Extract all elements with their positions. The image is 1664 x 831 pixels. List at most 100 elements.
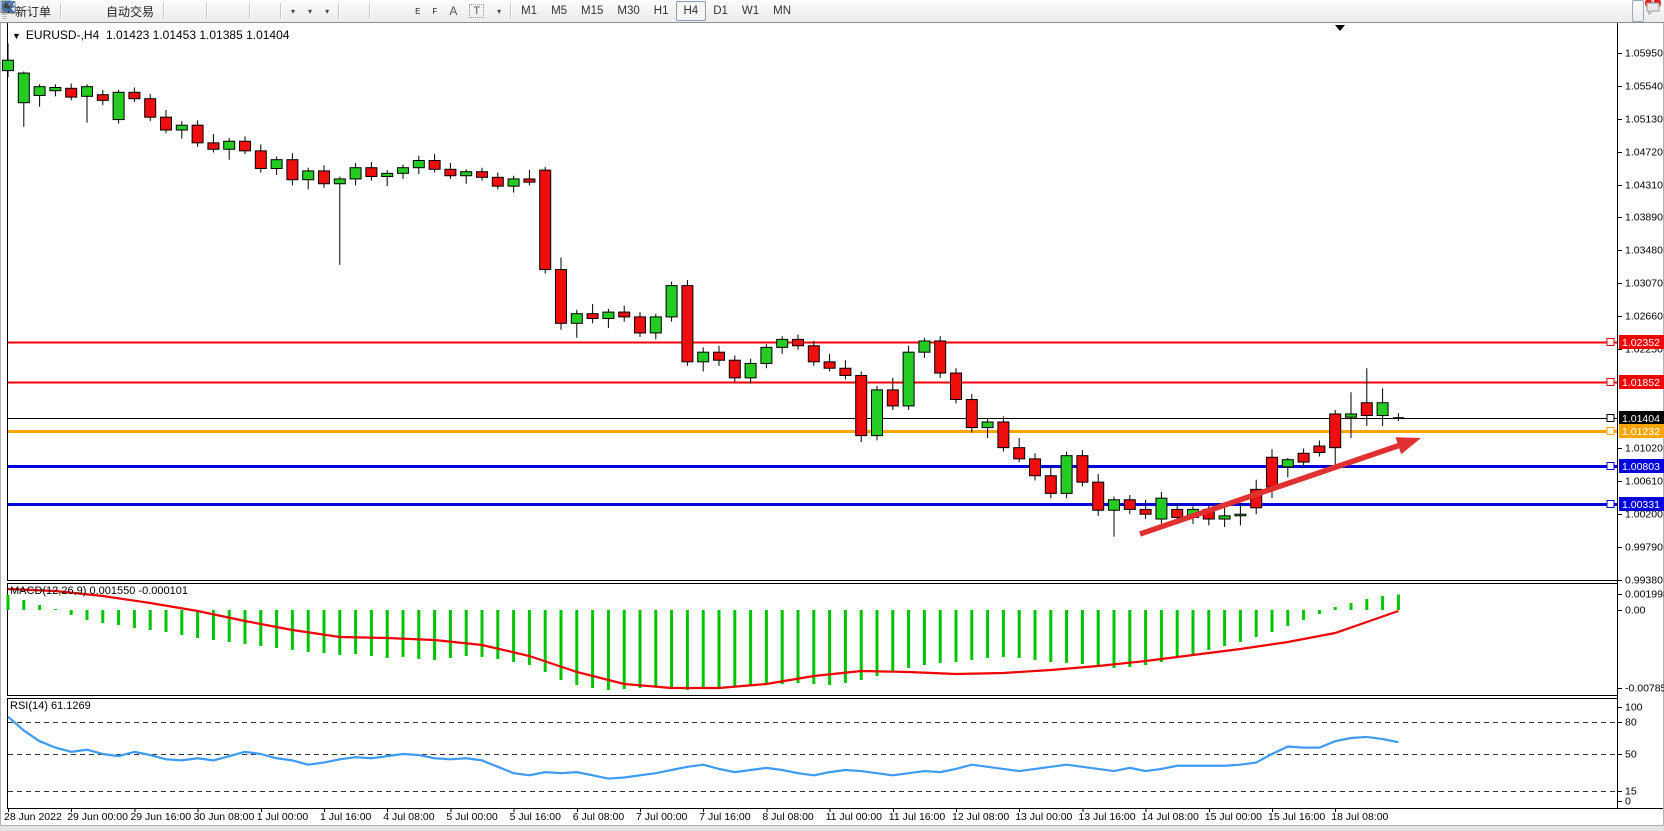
price-tick-label: 1.03890 [1625, 212, 1663, 224]
chart-title: ▼ EURUSD-,H4 1.01423 1.01453 1.01385 1.01… [12, 28, 289, 42]
hline-endpoint[interactable] [1607, 379, 1614, 386]
timeframe-bar: M1M5M15M30H1H4D1W1MN [514, 1, 798, 21]
price-tick-label: 1.05540 [1625, 81, 1663, 93]
hline-endpoint[interactable] [1607, 463, 1614, 470]
time-tick-label: 1 Jul 00:00 [257, 811, 309, 823]
separator [163, 3, 164, 19]
signals-button[interactable] [88, 0, 100, 22]
price-tick-label: 1.04720 [1625, 147, 1663, 159]
timeframe-m5[interactable]: M5 [544, 2, 574, 20]
text-tool-button[interactable]: A [443, 0, 463, 22]
chat-bubble-icon [1645, 1, 1661, 15]
timeframe-d1[interactable]: D1 [706, 2, 735, 20]
vline-tool-button[interactable] [373, 0, 385, 22]
rsi-tick-label: 80 [1625, 717, 1637, 729]
chart-canvas[interactable]: 1.059501.055401.051301.047201.043101.038… [0, 0, 1664, 831]
bar-chart-button[interactable] [167, 0, 179, 22]
fibonacci-tool-button[interactable]: F [426, 0, 443, 22]
timeframe-m1[interactable]: M1 [514, 2, 544, 20]
price-line-label-1.00331: 1.00331 [1619, 497, 1664, 511]
fibo-tag: F [432, 7, 437, 16]
price-line-label-1.02352: 1.02352 [1619, 335, 1664, 349]
cursor-tool-button[interactable] [342, 0, 354, 22]
timeframe-h1[interactable]: H1 [647, 2, 676, 20]
time-tick-label: 5 Jul 00:00 [446, 811, 498, 823]
time-tick-label: 29 Jun 16:00 [130, 811, 191, 823]
separator [369, 3, 370, 19]
timeframe-w1[interactable]: W1 [735, 2, 766, 20]
separator [510, 3, 511, 19]
search-button[interactable] [1632, 0, 1644, 22]
chart-dropdown-icon[interactable]: ▼ [12, 31, 21, 41]
time-tick-label: 13 Jul 16:00 [1078, 811, 1135, 823]
periods-button[interactable]: ▾ [301, 0, 318, 22]
zoom-in-button[interactable] [210, 0, 222, 22]
zoom-out-button[interactable] [222, 0, 234, 22]
rsi-tick-label: 0 [1625, 796, 1631, 808]
time-tick-label: 11 Jul 16:00 [889, 811, 946, 823]
dropdown-caret: ▾ [497, 7, 501, 16]
market-button[interactable] [64, 0, 76, 22]
svg-text:1.01232: 1.01232 [1622, 426, 1660, 438]
dropdown-caret: ▾ [308, 7, 312, 16]
channel-tool-button[interactable]: E [409, 0, 426, 22]
hline-endpoint[interactable] [1607, 339, 1614, 346]
main-panel[interactable] [8, 23, 1618, 581]
line-chart-button[interactable] [191, 0, 203, 22]
crosshair-tool-button[interactable] [354, 0, 366, 22]
new-order-button[interactable]: 新订单 [9, 0, 57, 22]
notifications-button[interactable]: 1 [1644, 0, 1656, 22]
macd-indicator-label: MACD(12,26,9) 0.001550 -0.000101 [10, 585, 188, 597]
hline-endpoint[interactable] [1607, 415, 1614, 422]
chart-symbol: EURUSD-,H4 [26, 28, 99, 42]
candle-chart-button[interactable] [179, 0, 191, 22]
community-button[interactable] [76, 0, 88, 22]
label-tool-button[interactable]: T [463, 0, 490, 22]
auto-scroll-button[interactable] [253, 0, 265, 22]
tile-windows-button[interactable] [234, 0, 246, 22]
price-tick-label: 1.04310 [1625, 180, 1663, 192]
time-tick-label: 8 Jul 08:00 [762, 811, 814, 823]
time-tick-label: 4 Jul 08:00 [383, 811, 435, 823]
mt4-window: 新订单 自动交易 [0, 0, 1664, 831]
search-icon [0, 0, 16, 14]
time-tick-label: 14 Jul 08:00 [1142, 811, 1199, 823]
templates-button[interactable]: ▾ [318, 0, 335, 22]
macd-tick-label: -0.00785 [1625, 683, 1664, 695]
macd-tick-label: 0.001998 [1625, 589, 1664, 601]
time-tick-label: 18 Jul 08:00 [1331, 811, 1388, 823]
timeframe-m30[interactable]: M30 [610, 2, 646, 20]
separator [60, 3, 61, 19]
chart-shift-button[interactable] [265, 0, 277, 22]
separator [280, 3, 281, 19]
window-bottom-strip [0, 826, 1664, 831]
indicators-button[interactable]: ▾ [284, 0, 301, 22]
time-tick-label: 13 Jul 00:00 [1015, 811, 1072, 823]
price-line-label-1.00803: 1.00803 [1619, 459, 1664, 473]
timeframe-h4[interactable]: H4 [676, 1, 707, 21]
timeframe-mn[interactable]: MN [766, 2, 798, 20]
price-line-label-1.01852: 1.01852 [1619, 375, 1664, 389]
time-tick-label: 7 Jul 00:00 [636, 811, 688, 823]
hline-endpoint[interactable] [1607, 428, 1614, 435]
svg-text:1.00331: 1.00331 [1622, 499, 1660, 511]
price-tick-label: 1.03070 [1625, 278, 1663, 290]
text-tool-icon: A [449, 4, 457, 18]
toolbar: 新订单 自动交易 [0, 0, 1664, 23]
arrows-tool-button[interactable]: ▾ [490, 0, 507, 22]
svg-text:1.00803: 1.00803 [1622, 461, 1660, 473]
dropdown-caret: ▾ [325, 7, 329, 16]
separator [338, 3, 339, 19]
hline-tool-button[interactable] [385, 0, 397, 22]
timeframe-m15[interactable]: M15 [574, 2, 610, 20]
trendline-tool-button[interactable] [397, 0, 409, 22]
chart-quote: 1.01423 1.01453 1.01385 1.01404 [106, 28, 290, 42]
price-line-label-1.01232: 1.01232 [1619, 424, 1664, 438]
auto-trading-label: 自动交易 [106, 3, 154, 20]
price-tick-label: 1.03480 [1625, 245, 1663, 257]
macd-tick-label: 0.00 [1625, 605, 1646, 617]
hline-endpoint[interactable] [1607, 501, 1614, 508]
time-tick-label: 7 Jul 16:00 [699, 811, 751, 823]
price-tick-label: 1.05950 [1625, 48, 1663, 60]
auto-trading-button[interactable]: 自动交易 [100, 0, 160, 22]
